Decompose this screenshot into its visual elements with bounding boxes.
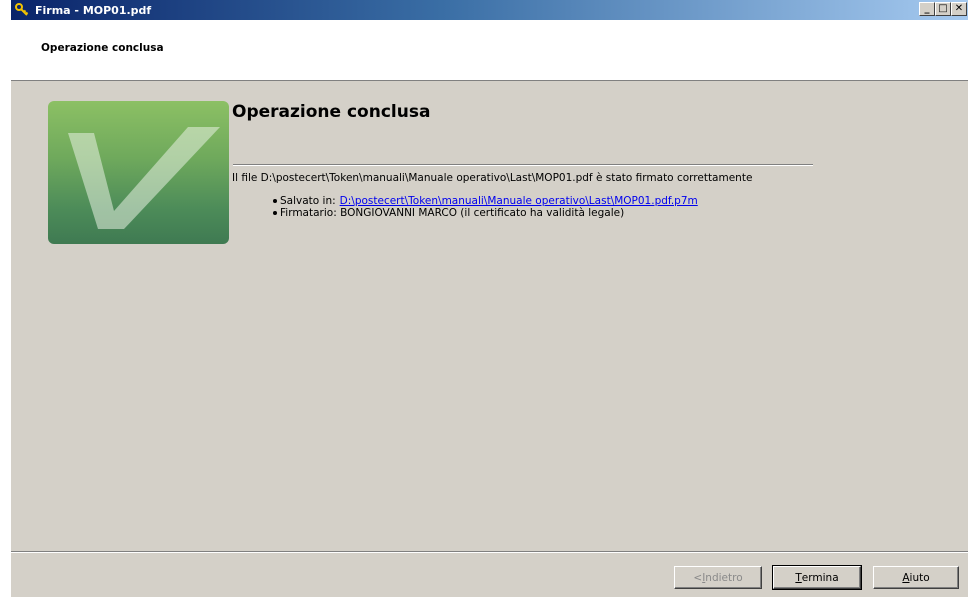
back-button[interactable]: < Indietro: [674, 566, 762, 589]
wizard-window: Firma - MOP01.pdf _ □ ✕ Operazione concl…: [10, 0, 968, 597]
window-title: Firma - MOP01.pdf: [35, 3, 152, 17]
saved-file-link[interactable]: D:\postecert\Token\manuali\Manuale opera…: [340, 195, 698, 207]
back-prefix: <: [693, 571, 703, 584]
minimize-icon: _: [924, 3, 930, 14]
checkmark-icon: [48, 101, 229, 244]
saved-label: Salvato in:: [280, 195, 336, 207]
bullet-icon: [273, 199, 277, 203]
result-message: Il file D:\postecert\Token\manuali\Manua…: [232, 172, 753, 184]
maximize-button[interactable]: □: [935, 2, 951, 16]
close-icon: ✕: [954, 3, 964, 14]
details-list: Salvato in: D:\postecert\Token\manuali\M…: [273, 195, 698, 219]
header-title: Operazione conclusa: [41, 42, 164, 54]
list-item: Salvato in: D:\postecert\Token\manuali\M…: [273, 195, 698, 207]
title-separator: [233, 164, 813, 166]
finish-label: ermina: [801, 571, 839, 584]
list-item: Firmatario: BONGIOVANNI MARCO (il certif…: [273, 207, 698, 219]
window-controls: _ □ ✕: [919, 2, 967, 16]
wizard-header: Operazione conclusa: [11, 20, 968, 81]
finish-button[interactable]: Termina: [772, 565, 862, 590]
bullet-icon: [273, 211, 277, 215]
minimize-button[interactable]: _: [919, 2, 935, 16]
signer-label: Firmatario: BONGIOVANNI MARCO (il certif…: [280, 207, 625, 219]
close-button[interactable]: ✕: [951, 2, 967, 16]
help-accel: A: [902, 571, 910, 584]
help-label: iuto: [909, 571, 930, 584]
title-bar[interactable]: Firma - MOP01.pdf _ □ ✕: [11, 0, 968, 20]
footer-separator: [11, 551, 968, 553]
page-title: Operazione conclusa: [232, 102, 431, 122]
maximize-icon: □: [938, 3, 948, 14]
help-button[interactable]: Aiuto: [873, 566, 959, 589]
back-label: ndietro: [705, 571, 743, 584]
key-icon: [14, 2, 30, 18]
